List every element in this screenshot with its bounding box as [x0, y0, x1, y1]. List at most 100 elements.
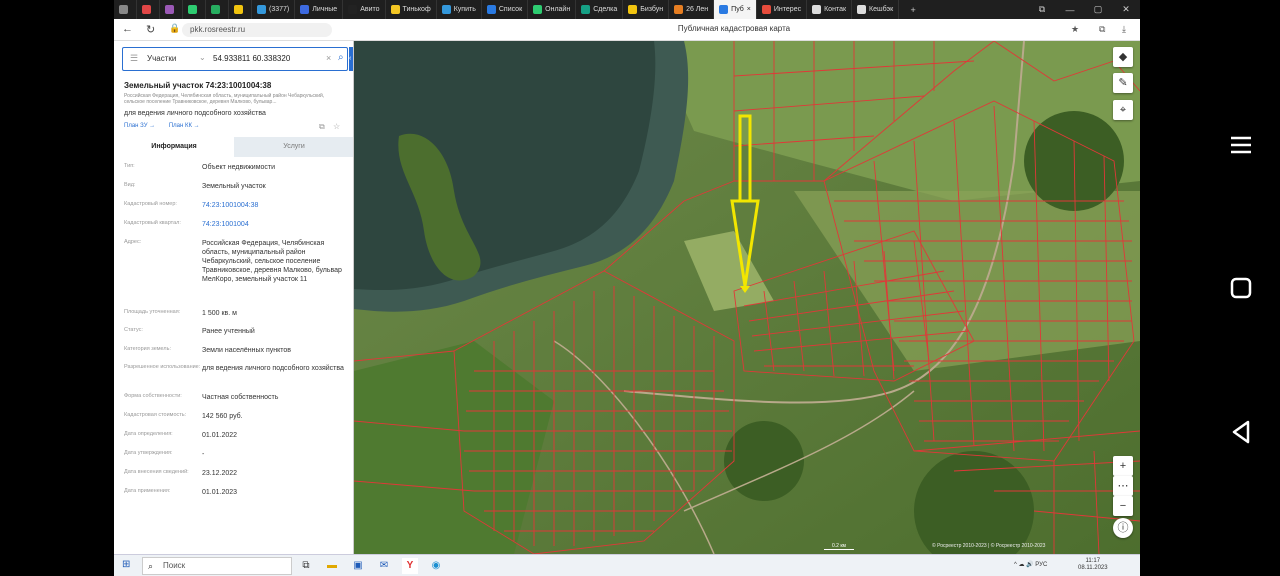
screen: (3377) Личные Авито Тинькоф Купить Список Онла… — [0, 0, 1280, 576]
browser-tab[interactable] — [114, 0, 137, 19]
extensions-icon[interactable]: ⧉ — [1099, 24, 1105, 35]
attribute-key: Дата внесения сведений: — [124, 469, 189, 475]
close-window-icon[interactable]: ✕ — [1112, 4, 1140, 15]
browser-tab[interactable] — [160, 0, 183, 19]
tab-favicon-icon — [188, 5, 197, 14]
tab-information[interactable]: Информация — [114, 137, 234, 157]
tab-favicon-icon — [142, 5, 151, 14]
browser-tab[interactable]: Список — [482, 0, 529, 19]
back-icon[interactable]: ← — [122, 23, 133, 35]
reload-icon[interactable]: ↻ — [146, 23, 155, 36]
tab-favicon-icon — [257, 5, 266, 14]
edge-icon[interactable]: ◉ — [428, 558, 444, 574]
attribute-value: Земли населённых пунктов — [202, 347, 292, 354]
browser-tab[interactable] — [206, 0, 229, 19]
download-icon[interactable]: ⤓ — [1122, 24, 1126, 35]
bookmark-icon[interactable]: ★ — [1071, 24, 1079, 35]
browser-tab-label: 26 Лен — [686, 6, 709, 13]
attribute-key: Форма собственности: — [124, 393, 182, 399]
more-icon[interactable]: ⋯ — [1113, 476, 1133, 496]
attribute-value: 01.01.2023 — [202, 489, 238, 496]
object-title: Земельный участок 74:23:1001004:38 — [124, 81, 272, 90]
lock-icon[interactable]: 🔒 — [169, 23, 180, 34]
url-field[interactable]: pkk.rosreestr.ru — [182, 23, 332, 37]
tab-favicon-icon — [234, 5, 243, 14]
map-canvas[interactable] — [354, 41, 1140, 554]
clock[interactable]: 11:17 08.11.2023 — [1078, 558, 1108, 572]
browser-tab[interactable]: Контак — [807, 0, 853, 19]
browser-tab[interactable]: (3377) — [252, 0, 296, 19]
attribute-value: Земельный участок — [202, 183, 266, 190]
star-icon[interactable]: ☆ — [333, 122, 340, 131]
new-tab-icon[interactable]: + — [899, 5, 927, 15]
info-icon[interactable]: ⓘ — [1113, 518, 1133, 538]
minimize-icon[interactable]: — — [1056, 5, 1084, 15]
system-tray[interactable]: ^ ☁ 🔊 РУС — [1014, 561, 1047, 568]
plan-zu-link[interactable]: План ЗУ → — [124, 123, 155, 129]
attribute-key: Дата определения: — [124, 431, 173, 437]
layers-icon[interactable]: ◆ — [1113, 47, 1133, 67]
plan-kk-link[interactable]: План КК → — [169, 123, 200, 129]
browser-tab[interactable]: Пуб × — [714, 0, 757, 19]
search-category[interactable]: Участки — [147, 54, 176, 63]
task-view-icon[interactable]: ⧉ — [298, 558, 314, 574]
attribute-link[interactable]: 74:23:1001004:38 — [202, 201, 352, 210]
tab-favicon-icon — [165, 5, 174, 14]
pencil-icon[interactable]: ✎ — [1113, 73, 1133, 93]
object-address: Российская Федерация, Челябинская област… — [124, 93, 325, 105]
attribute-key: Дата применения: — [124, 488, 171, 494]
browser-tab[interactable]: Сделка — [576, 0, 624, 19]
attribute-key: Разрешенное использование: — [124, 364, 201, 370]
browser-tab-label: Интерес — [773, 6, 802, 13]
attribute-key: Кадастровая стоимость: — [124, 412, 187, 418]
zoom-in-button[interactable]: + — [1113, 456, 1133, 476]
browser-tab[interactable]: Тинькоф — [386, 0, 437, 19]
tab-services[interactable]: Услуги — [234, 137, 353, 157]
close-tab-icon[interactable]: × — [747, 6, 751, 13]
back-icon[interactable] — [1226, 417, 1256, 447]
object-actions: ⧉ ☆ — [319, 122, 340, 132]
browser-tab[interactable]: Купить — [437, 0, 482, 19]
browser-tab[interactable] — [229, 0, 252, 19]
search-input[interactable]: 54.933811 60.338320 — [213, 54, 290, 63]
tab-favicon-icon — [441, 5, 451, 14]
attribute-key: Кадастровый номер: — [124, 201, 177, 207]
collapse-panel-icon[interactable]: ‹ — [349, 47, 353, 71]
chevron-down-icon[interactable]: ⌄ — [199, 53, 206, 62]
maximize-icon[interactable]: ▢ — [1084, 4, 1112, 15]
attribute-key: Категория земель: — [124, 346, 172, 352]
share-icon[interactable]: ⧉ — [319, 122, 325, 131]
store-icon[interactable]: ▣ — [350, 558, 366, 574]
search-icon[interactable]: ⌕ — [338, 52, 344, 63]
browser-tab[interactable]: Кешбэк — [852, 0, 900, 19]
browser-tab[interactable]: Авито — [343, 0, 386, 19]
browser-tab[interactable]: Интерес — [757, 0, 808, 19]
home-icon[interactable] — [1226, 273, 1256, 303]
file-explorer-icon[interactable]: ▬ — [324, 558, 340, 574]
browser-tab[interactable] — [183, 0, 206, 19]
mail-icon[interactable]: ✉ — [376, 558, 392, 574]
cadastral-map[interactable]: ◆ ✎ ⌖ + ⋯ − ⓘ 0.2 км © Росреестр 2010-20… — [354, 41, 1140, 554]
browser-tab[interactable]: 26 Лен — [669, 0, 715, 19]
panel-tabs: Информация Услуги — [114, 137, 353, 157]
address-bar: ← ↻ 🔒 pkk.rosreestr.ru Публичная кадастр… — [114, 19, 1140, 41]
yandex-browser-icon[interactable]: Y — [402, 558, 418, 574]
browser-tab-label: Бизбун — [640, 6, 664, 13]
start-icon[interactable]: ⊞ — [122, 559, 130, 570]
map-scale: 0.2 км — [824, 543, 854, 550]
locate-icon[interactable]: ⌖ — [1113, 100, 1133, 120]
menu-icon[interactable]: ☰ — [130, 53, 138, 64]
window-tile-icon[interactable]: ⧉ — [1028, 4, 1056, 15]
clear-icon[interactable]: × — [326, 53, 331, 63]
browser-tab[interactable]: Личные — [295, 0, 344, 19]
tab-favicon-icon — [719, 5, 729, 14]
browser-tab[interactable]: Онлайн — [528, 0, 577, 19]
browser-tab[interactable] — [137, 0, 160, 19]
search-box[interactable]: ☰ Участки ⌄ 54.933811 60.338320 × ⌕ — [122, 47, 348, 71]
menu-icon[interactable] — [1226, 130, 1256, 160]
zoom-out-button[interactable]: − — [1113, 496, 1133, 516]
tab-favicon-icon — [581, 5, 591, 14]
browser-tab[interactable]: Бизбун — [623, 0, 670, 19]
taskbar-search[interactable]: ⌕ Поиск — [142, 557, 292, 575]
attribute-link[interactable]: 74:23:1001004 — [202, 220, 352, 229]
